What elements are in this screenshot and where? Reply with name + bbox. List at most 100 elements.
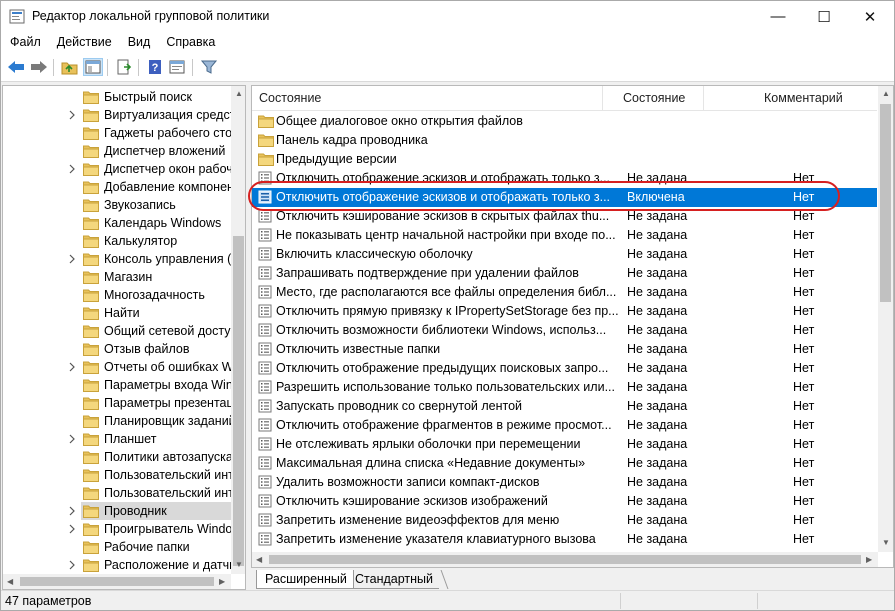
tree-item[interactable]: Политики автозапуска (3, 448, 233, 466)
policy-setting-row[interactable]: Место, где располагаются все файлы опред… (252, 283, 877, 302)
policy-setting-row[interactable]: Отключить возможности библиотеки Windows… (252, 321, 877, 340)
policy-tree-pane[interactable]: Быстрый поиск Виртуализация средств Гаджет… (2, 85, 246, 590)
policy-setting-row[interactable]: Не отслеживать ярлыки оболочки при перем… (252, 435, 877, 454)
tree-item[interactable]: Калькулятор (3, 232, 233, 250)
tree-item[interactable]: Пользовательский интерфейс (3, 466, 233, 484)
policy-setting-row[interactable]: Отключить отображение эскизов и отобража… (252, 188, 877, 207)
tree-item[interactable]: Отзыв файлов (3, 340, 233, 358)
minimize-button[interactable]: — (755, 1, 801, 32)
policy-setting-row[interactable]: Отключить отображение предыдущих поисков… (252, 359, 877, 378)
policy-setting-row[interactable]: Запускать проводник со свернутой лентой Н… (252, 397, 877, 416)
chevron-right-icon[interactable] (67, 109, 77, 121)
tree-item[interactable]: Планшет (3, 430, 233, 448)
filter-icon[interactable] (199, 58, 219, 76)
tree-item[interactable]: Звукозапись (3, 196, 233, 214)
tree-item[interactable]: Расположение и датчики (3, 556, 233, 574)
back-icon[interactable] (6, 58, 26, 76)
list-folder-row[interactable]: Предыдущие версии (252, 150, 877, 169)
tree-item[interactable]: Консоль управления (MMC) (3, 250, 233, 268)
chevron-right-icon[interactable] (67, 505, 77, 517)
policy-setting-row[interactable]: Запрашивать подтверждение при удалении ф… (252, 264, 877, 283)
tree-item[interactable]: Добавление компонентов (3, 178, 233, 196)
list-vertical-scrollbar[interactable]: ▲ ▼ (878, 86, 893, 552)
policy-setting-row[interactable]: Запретить изменение указателя клавиатурн… (252, 530, 877, 549)
forward-icon[interactable] (29, 58, 49, 76)
menu-help[interactable]: Справка (157, 32, 222, 53)
tree-item[interactable]: Виртуализация средств (3, 106, 233, 124)
tree-item[interactable]: Календарь Windows (3, 214, 233, 232)
scroll-up-arrow-icon[interactable]: ▲ (235, 89, 243, 98)
chevron-right-icon[interactable] (67, 253, 77, 265)
policy-name: Отключить возможности библиотеки Windows… (276, 323, 607, 337)
chevron-right-icon[interactable] (67, 559, 77, 571)
tree-item[interactable]: Найти (3, 304, 233, 322)
tree-vertical-scroll-thumb[interactable] (233, 236, 244, 566)
scroll-up-arrow-icon[interactable]: ▲ (882, 89, 890, 98)
tree-item[interactable]: Параметры входа Windows (3, 376, 233, 394)
policy-setting-row[interactable]: Отключить прямую привязку к IPropertySet… (252, 302, 877, 321)
tree-item[interactable]: Пользовательский интерфейс (3, 484, 233, 502)
list-vertical-scroll-thumb[interactable] (880, 104, 891, 302)
tab-standard[interactable]: Стандартный (347, 570, 439, 589)
column-divider[interactable] (602, 86, 603, 110)
column-divider[interactable] (703, 86, 704, 110)
menu-action[interactable]: Действие (48, 32, 119, 53)
scroll-right-arrow-icon[interactable]: ▶ (219, 577, 225, 586)
tree-item[interactable]: Гаджеты рабочего стола (3, 124, 233, 142)
policy-setting-row[interactable]: Отключить известные папки Не задана Нет (252, 340, 877, 359)
tree-item[interactable]: Планировщик заданий (3, 412, 233, 430)
settings-list-pane[interactable]: Состояние Состояние Комментарий Общее ди… (251, 85, 894, 568)
policy-setting-row[interactable]: Отключить отображение эскизов и отобража… (252, 169, 877, 188)
scroll-left-arrow-icon[interactable]: ◀ (7, 577, 13, 586)
show-hide-tree-icon[interactable] (83, 58, 103, 76)
chevron-right-icon[interactable] (67, 523, 77, 535)
policy-setting-row[interactable]: Включить классическую оболочку Не задана Н… (252, 245, 877, 264)
scroll-right-arrow-icon[interactable]: ▶ (866, 555, 872, 564)
chevron-right-icon[interactable] (67, 361, 77, 373)
column-header-comment[interactable]: Комментарий (764, 91, 843, 105)
maximize-button[interactable]: ☐ (801, 1, 847, 32)
policy-setting-row[interactable]: Отключить кэширование эскизов изображени… (252, 492, 877, 511)
chevron-right-icon[interactable] (67, 433, 77, 445)
tree-horizontal-scrollbar[interactable]: ◀ ▶ (3, 574, 231, 589)
menu-file[interactable]: Файл (1, 32, 48, 53)
column-header-state[interactable]: Состояние (623, 91, 685, 105)
tree-item[interactable]: Диспетчер окон рабочего стола (3, 160, 233, 178)
scroll-left-arrow-icon[interactable]: ◀ (256, 555, 262, 564)
policy-setting-row[interactable]: Максимальная длина списка «Недавние доку… (252, 454, 877, 473)
tree-item[interactable]: Быстрый поиск (3, 88, 233, 106)
close-button[interactable]: ✕ (847, 1, 893, 32)
scroll-down-arrow-icon[interactable]: ▼ (235, 560, 243, 569)
policy-setting-row[interactable]: Удалить возможности записи компакт-диско… (252, 473, 877, 492)
policy-setting-row[interactable]: Не показывать центр начальной настройки … (252, 226, 877, 245)
export-list-icon[interactable] (114, 58, 134, 76)
list-folder-row[interactable]: Общее диалоговое окно открытия файлов (252, 112, 877, 131)
properties-icon[interactable] (167, 58, 187, 76)
tree-item[interactable]: Проигрыватель Windows Media (3, 520, 233, 538)
tree-horizontal-scroll-thumb[interactable] (20, 577, 214, 586)
column-header-name[interactable]: Состояние (259, 91, 321, 105)
policy-name: Запретить изменение указателя клавиатурн… (276, 532, 596, 546)
tree-item[interactable]: Параметры презентации (3, 394, 233, 412)
tree-item[interactable]: Проводник (3, 502, 233, 520)
up-folder-icon[interactable] (60, 58, 80, 76)
tree-item[interactable]: Общий сетевой доступ (3, 322, 233, 340)
tree-vertical-scrollbar[interactable]: ▲ ▼ (231, 86, 245, 574)
list-horizontal-scrollbar[interactable]: ◀ ▶ (252, 552, 878, 567)
tree-item[interactable]: Рабочие папки (3, 538, 233, 556)
tree-item[interactable]: Отчеты об ошибках Windows (3, 358, 233, 376)
menu-view[interactable]: Вид (119, 32, 158, 53)
tree-item[interactable]: Магазин (3, 268, 233, 286)
tab-extended[interactable]: Расширенный (256, 570, 354, 589)
tree-item[interactable]: Диспетчер вложений (3, 142, 233, 160)
chevron-right-icon[interactable] (67, 163, 77, 175)
list-folder-row[interactable]: Панель кадра проводника (252, 131, 877, 150)
policy-setting-row[interactable]: Запретить изменение видеоэффектов для ме… (252, 511, 877, 530)
scroll-down-arrow-icon[interactable]: ▼ (882, 538, 890, 547)
policy-setting-row[interactable]: Отключить отображение фрагментов в режим… (252, 416, 877, 435)
policy-setting-row[interactable]: Разрешить использование только пользоват… (252, 378, 877, 397)
list-horizontal-scroll-thumb[interactable] (269, 555, 861, 564)
policy-setting-row[interactable]: Отключить кэширование эскизов в скрытых … (252, 207, 877, 226)
help-icon[interactable]: ? (145, 58, 165, 76)
tree-item[interactable]: Многозадачность (3, 286, 233, 304)
